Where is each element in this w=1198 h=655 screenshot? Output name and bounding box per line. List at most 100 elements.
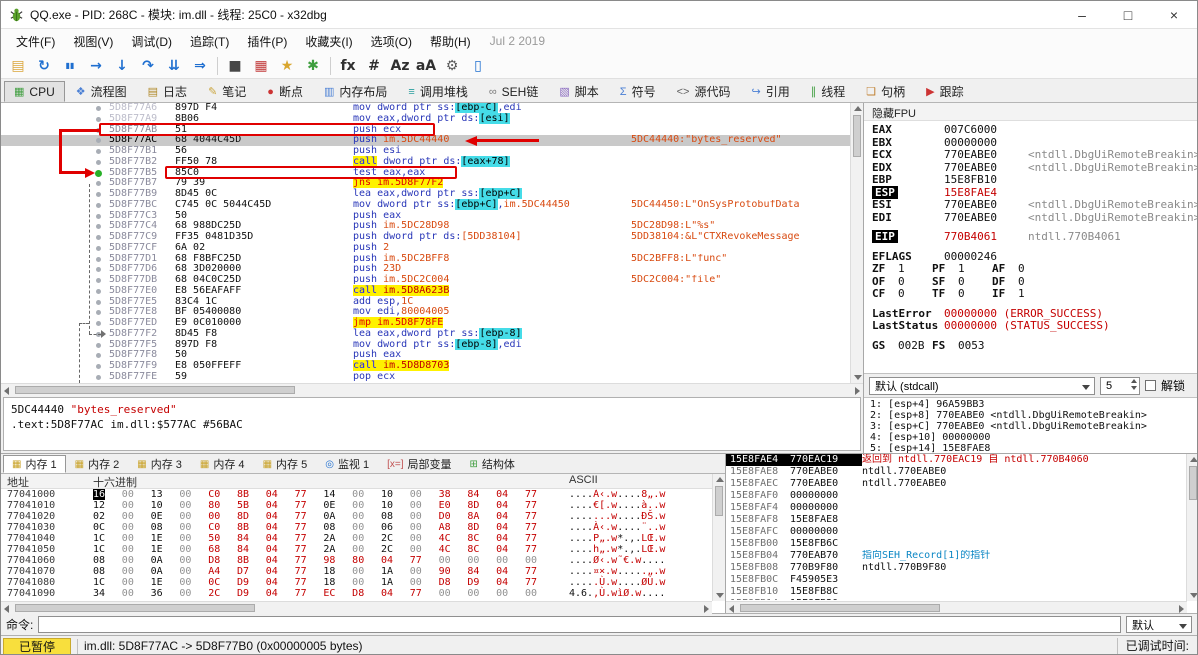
- memory-byte[interactable]: 1E: [151, 577, 180, 588]
- memory-byte[interactable]: 98: [323, 555, 352, 566]
- register-row[interactable]: EDX 770EABE0 <ntdll.DbgUiRemoteBreakin>: [864, 161, 1197, 175]
- memory-byte[interactable]: 00: [352, 577, 381, 588]
- instruction-dot[interactable]: [96, 159, 101, 165]
- memory-byte[interactable]: 77: [295, 511, 324, 522]
- memory-byte[interactable]: 00: [410, 544, 439, 555]
- tab-locals[interactable]: [x=] 局部变量: [378, 455, 460, 473]
- memory-byte[interactable]: A4: [208, 566, 237, 577]
- memory-byte[interactable]: 00: [410, 577, 439, 588]
- memory-byte[interactable]: 00: [179, 544, 208, 555]
- instruction-dot[interactable]: [96, 149, 101, 154]
- memory-byte[interactable]: 04: [266, 511, 295, 522]
- register-row[interactable]: EDI 770EABE0 <ntdll.DbgUiRemoteBreakin>: [864, 211, 1197, 225]
- memory-byte[interactable]: C0: [208, 489, 237, 500]
- menu-item[interactable]: 帮助(H): [421, 31, 480, 52]
- instruction-dot[interactable]: [96, 192, 101, 197]
- instruction-dot[interactable]: [96, 202, 101, 208]
- memory-byte[interactable]: 00: [179, 489, 208, 500]
- memory-byte[interactable]: 8B: [237, 555, 266, 566]
- instruction-dot[interactable]: [96, 288, 101, 294]
- memory-byte[interactable]: 77: [410, 555, 439, 566]
- memory-byte[interactable]: 2A: [323, 533, 352, 544]
- memory-byte[interactable]: 4C: [439, 533, 468, 544]
- register-row[interactable]: LastStatus 00000000 (STATUS_SUCCESS): [864, 319, 1197, 333]
- memory-byte[interactable]: 8A: [467, 511, 496, 522]
- memory-byte[interactable]: 00: [122, 555, 151, 566]
- memory-byte[interactable]: 0A: [323, 511, 352, 522]
- memory-byte[interactable]: 0E: [323, 500, 352, 511]
- memory-byte[interactable]: 00: [467, 555, 496, 566]
- instruction-dot[interactable]: [96, 374, 101, 380]
- instruction-dot[interactable]: [96, 267, 101, 273]
- memory-byte[interactable]: 00: [496, 555, 525, 566]
- memory-byte[interactable]: 04: [496, 511, 525, 522]
- register-row[interactable]: ECX 770EABE0 <ntdll.DbgUiRemoteBreakin>: [864, 148, 1197, 162]
- register-row[interactable]: EAX 007C6000: [864, 123, 1197, 137]
- stack-row[interactable]: 15E8FAE4 770EAC19 返回到 ntdll.770EAC19 自 ntd…: [726, 454, 1186, 466]
- memory-byte[interactable]: 00: [439, 588, 468, 599]
- stack-row[interactable]: 15E8FB08 770B9F80 ntdll.770B9F80: [726, 562, 1186, 574]
- stack-horizontal-scrollbar[interactable]: [726, 601, 1187, 613]
- memory-byte[interactable]: 77: [295, 544, 324, 555]
- memory-byte[interactable]: 8D: [467, 522, 496, 533]
- memory-byte[interactable]: 04: [496, 500, 525, 511]
- memory-byte[interactable]: 00: [122, 544, 151, 555]
- register-row[interactable]: GS 002B FS 0053: [864, 339, 1197, 353]
- memory-byte[interactable]: D7: [237, 566, 266, 577]
- menu-item[interactable]: 选项(O): [362, 31, 421, 52]
- memory-byte[interactable]: 06: [381, 522, 410, 533]
- memory-byte[interactable]: 04: [266, 577, 295, 588]
- memory-byte[interactable]: 0A: [151, 555, 180, 566]
- memory-byte[interactable]: 00: [179, 533, 208, 544]
- memory-byte[interactable]: 1C: [93, 577, 122, 588]
- tab-memory-3[interactable]: ▦ 内存 3: [128, 455, 191, 473]
- run-button[interactable]: →: [83, 54, 109, 78]
- memory-byte[interactable]: 00: [525, 588, 554, 599]
- memory-byte[interactable]: 00: [352, 500, 381, 511]
- disasm-row[interactable]: 5D8F77BC C745 0C 5044C45D mov dword ptr ss…: [1, 198, 863, 211]
- menu-item[interactable]: 调试(D): [122, 31, 181, 52]
- memory-byte[interactable]: 04: [496, 489, 525, 500]
- tab-graph[interactable]: ❖ 流程图: [66, 81, 137, 102]
- window-minimize-button[interactable]: –: [1059, 1, 1105, 28]
- tab-memory-map[interactable]: ▥ 内存布局: [314, 81, 397, 102]
- memory-byte[interactable]: 84: [467, 489, 496, 500]
- memory-byte[interactable]: 00: [179, 566, 208, 577]
- stack-row[interactable]: 15E8FAF8 15E8FAE8: [726, 514, 1186, 526]
- memory-byte[interactable]: 0E: [151, 511, 180, 522]
- memory-row[interactable]: 77041070 08 00 0A 00 A4 D7 04 77 18 00 1A 00 90 84 04 77…: [1, 566, 725, 577]
- trace-into-button[interactable]: ⇊: [161, 54, 187, 78]
- memory-byte[interactable]: 04: [266, 533, 295, 544]
- tab-struct[interactable]: ⊞ 结构体: [461, 455, 524, 473]
- memory-vertical-scrollbar[interactable]: [712, 474, 725, 601]
- tab-handles[interactable]: ❏ 句柄: [856, 81, 915, 102]
- register-row[interactable]: EBP 15E8FB10: [864, 173, 1197, 187]
- instruction-dot[interactable]: [96, 224, 101, 230]
- menu-item[interactable]: 视图(V): [64, 31, 122, 52]
- tab-cpu[interactable]: ▦ CPU: [4, 81, 65, 102]
- memory-byte[interactable]: 0C: [208, 577, 237, 588]
- memory-byte[interactable]: 77: [410, 588, 439, 599]
- memory-byte[interactable]: 04: [266, 566, 295, 577]
- memory-byte[interactable]: 77: [525, 511, 554, 522]
- memory-byte[interactable]: 77: [525, 544, 554, 555]
- memory-byte[interactable]: 00: [525, 555, 554, 566]
- memory-byte[interactable]: 13: [151, 489, 180, 500]
- memory-byte[interactable]: 18: [323, 566, 352, 577]
- memory-byte[interactable]: 04: [381, 588, 410, 599]
- memory-byte[interactable]: 2A: [323, 544, 352, 555]
- memory-byte[interactable]: 77: [525, 500, 554, 511]
- window-maximize-button[interactable]: □: [1105, 1, 1151, 28]
- tab-call-stack[interactable]: ≡ 调用堆栈: [398, 81, 477, 102]
- memory-row[interactable]: 77041050 1C 00 1E 00 68 84 04 77 2A 00 2C 00 4C 8C 04 77…: [1, 544, 725, 555]
- memory-horizontal-scrollbar[interactable]: [1, 601, 712, 614]
- memory-byte[interactable]: D0: [439, 511, 468, 522]
- memory-byte[interactable]: 84: [467, 566, 496, 577]
- memory-byte[interactable]: 77: [525, 533, 554, 544]
- memory-byte[interactable]: D9: [237, 588, 266, 599]
- instruction-dot[interactable]: [96, 138, 101, 144]
- tab-trace[interactable]: ▶ 跟踪: [916, 81, 973, 102]
- memory-byte[interactable]: 00: [410, 566, 439, 577]
- tab-script[interactable]: ▧ 脚本: [549, 81, 608, 102]
- memory-byte[interactable]: 08: [323, 522, 352, 533]
